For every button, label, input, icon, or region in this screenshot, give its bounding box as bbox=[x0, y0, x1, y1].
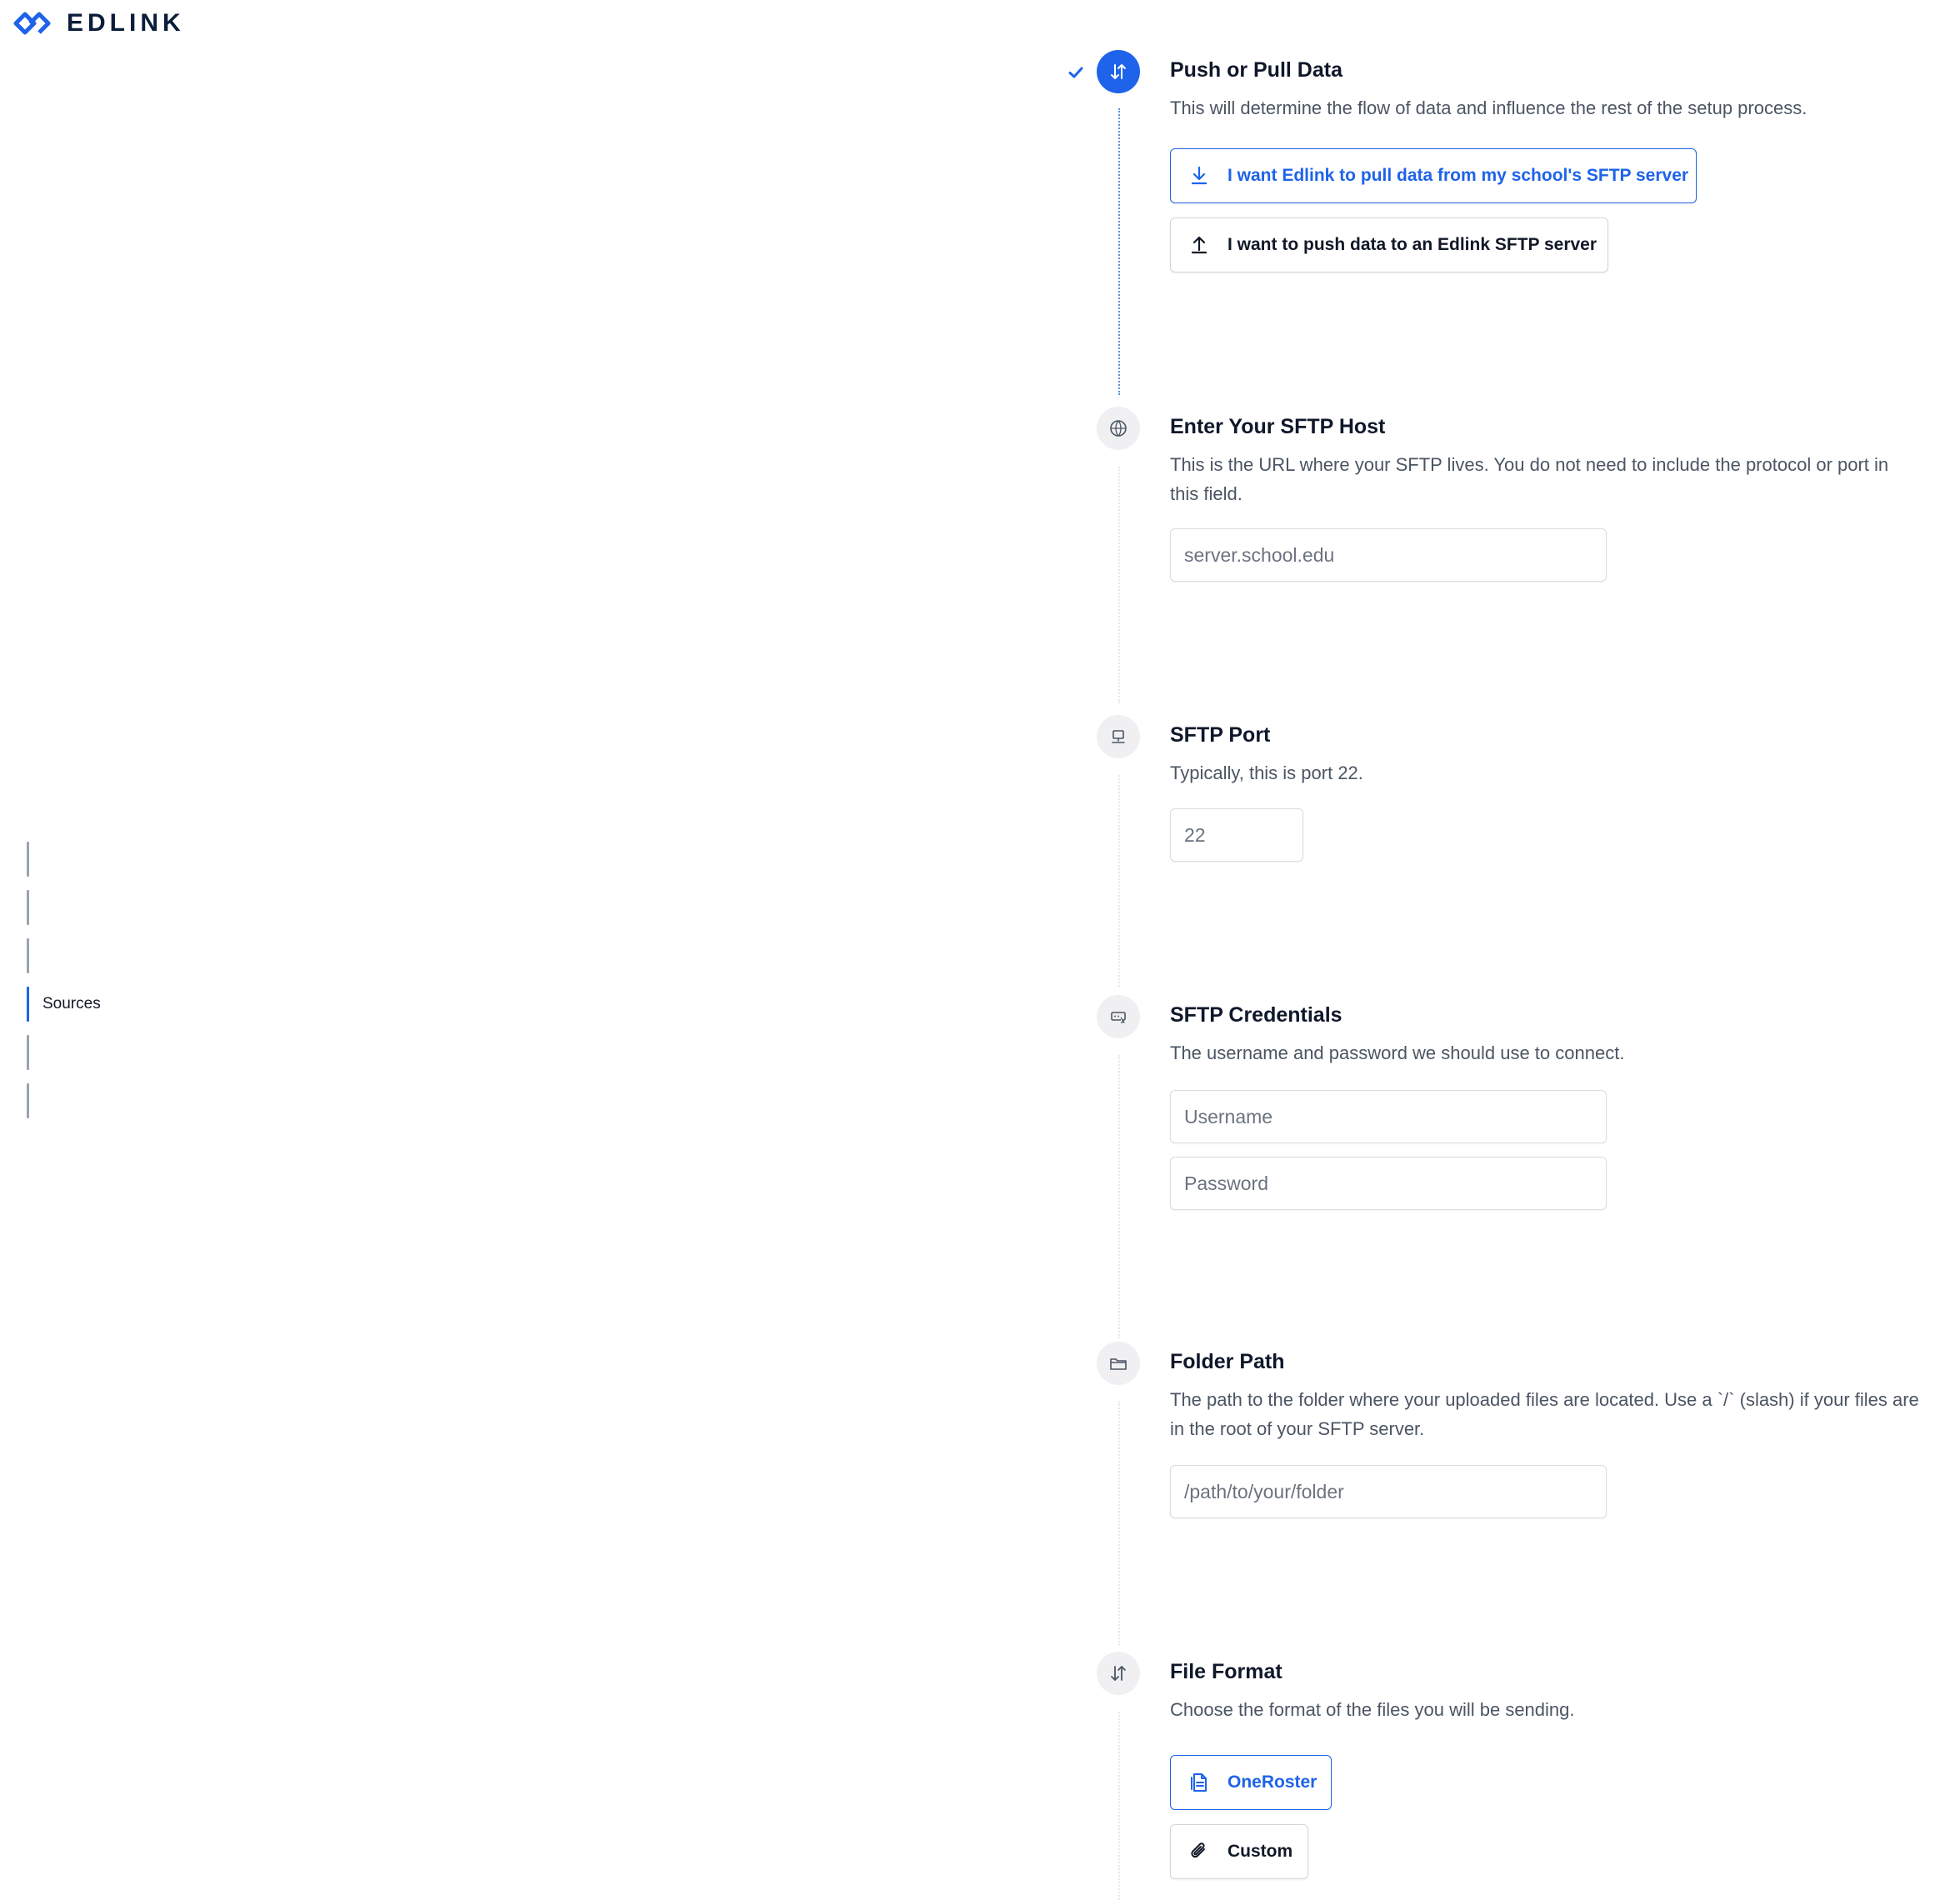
option-label: Custom bbox=[1228, 1842, 1293, 1861]
option-label: I want Edlink to pull data from my schoo… bbox=[1228, 166, 1689, 185]
step-folder-path: Folder Path The path to the folder where… bbox=[1097, 1342, 1930, 1525]
custom-option[interactable]: Custom bbox=[1170, 1824, 1308, 1879]
step-sftp-credentials: SFTP Credentials The username and passwo… bbox=[1097, 995, 1930, 1212]
step-title: Enter Your SFTP Host bbox=[1170, 415, 1386, 438]
username-input[interactable] bbox=[1170, 1090, 1607, 1143]
push-data-option[interactable]: I want to push data to an Edlink SFTP se… bbox=[1170, 218, 1608, 272]
step-title: SFTP Port bbox=[1170, 723, 1271, 747]
pull-data-option[interactable]: I want Edlink to pull data from my schoo… bbox=[1170, 148, 1697, 203]
step-title: SFTP Credentials bbox=[1170, 1003, 1342, 1027]
option-label: OneRoster bbox=[1228, 1772, 1318, 1792]
computer-icon bbox=[1097, 715, 1140, 758]
arrows-up-down-icon bbox=[1097, 1652, 1140, 1695]
password-icon bbox=[1097, 995, 1140, 1038]
password-input[interactable] bbox=[1170, 1157, 1607, 1210]
step-file-format: File Format Choose the format of the fil… bbox=[1097, 1652, 1930, 1879]
check-icon bbox=[1068, 67, 1083, 78]
step-description: This will determine the flow of data and… bbox=[1170, 98, 1808, 118]
folder-path-input[interactable] bbox=[1170, 1465, 1607, 1518]
step-title: Folder Path bbox=[1170, 1350, 1285, 1373]
setup-steps: Push or Pull Data This will determine th… bbox=[0, 0, 1960, 1900]
step-description: The path to the folder where your upload… bbox=[1170, 1389, 1919, 1439]
document-icon bbox=[1191, 1773, 1207, 1792]
step-push-pull: Push or Pull Data This will determine th… bbox=[1068, 50, 1930, 292]
step-title: File Format bbox=[1170, 1660, 1282, 1683]
step-description: Typically, this is port 22. bbox=[1170, 762, 1363, 783]
sftp-host-input[interactable] bbox=[1170, 528, 1607, 582]
step-sftp-port: SFTP Port Typically, this is port 22. bbox=[1097, 715, 1930, 865]
step-title: Push or Pull Data bbox=[1170, 58, 1342, 82]
step-description: Choose the format of the files you will … bbox=[1170, 1699, 1575, 1720]
option-label: I want to push data to an Edlink SFTP se… bbox=[1228, 235, 1598, 254]
folder-icon bbox=[1097, 1342, 1140, 1385]
step-description: This is the URL where your SFTP lives. Y… bbox=[1170, 454, 1889, 504]
download-icon bbox=[1191, 166, 1208, 185]
oneroster-option[interactable]: OneRoster bbox=[1170, 1755, 1332, 1810]
step-description: The username and password we should use … bbox=[1170, 1042, 1625, 1063]
paperclip-icon bbox=[1191, 1842, 1205, 1858]
arrows-up-down-icon bbox=[1097, 50, 1140, 93]
sftp-port-input[interactable] bbox=[1170, 808, 1303, 862]
step-sftp-host: Enter Your SFTP Host This is the URL whe… bbox=[1097, 407, 1930, 590]
upload-icon bbox=[1191, 236, 1208, 254]
globe-www-icon bbox=[1097, 407, 1140, 450]
